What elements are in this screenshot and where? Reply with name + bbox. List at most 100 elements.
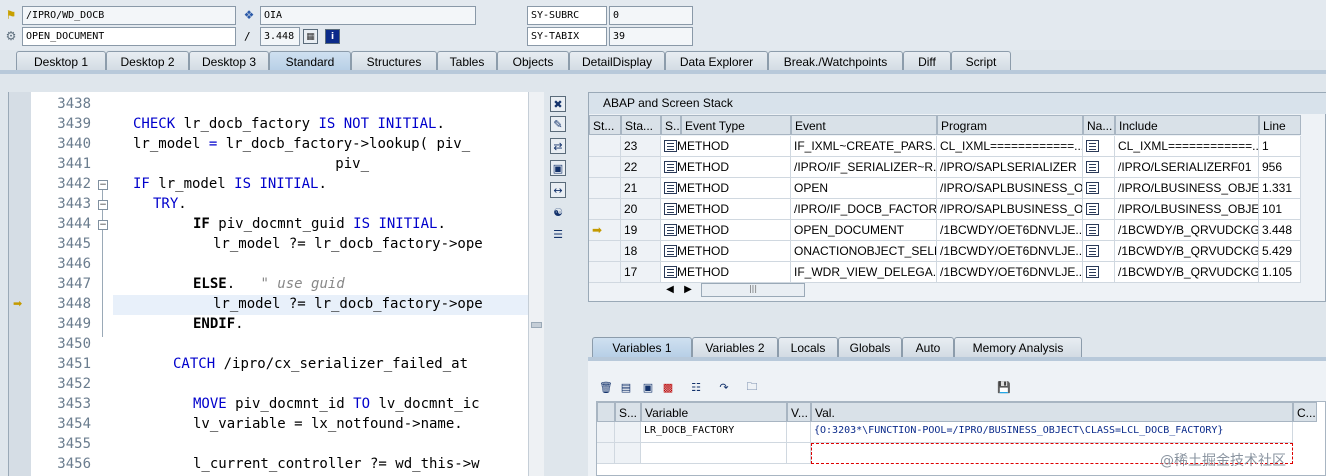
event-cell[interactable]: IF_WDR_VIEW_DELEGA... <box>791 262 937 283</box>
tab-desktop-2[interactable]: Desktop 2 <box>106 51 189 71</box>
stack-row[interactable]: 22 METHOD/IPRO/IF_SERIALIZER~R.../IPRO/SA… <box>589 157 1301 178</box>
tab-breakpoints[interactable]: Break./Watchpoints <box>768 51 903 71</box>
navigate-cell[interactable] <box>1083 220 1115 241</box>
navigate-cell[interactable] <box>1083 136 1115 157</box>
col-header-c[interactable]: C... <box>1293 402 1317 422</box>
include-cell[interactable]: CL_IXML============... <box>1115 136 1259 157</box>
folder-icon[interactable]: 🗀 <box>744 379 760 395</box>
col-header-s[interactable]: S... <box>661 115 681 135</box>
source-display-icon[interactable]: ▦ <box>303 29 318 44</box>
tab-memory-analysis[interactable]: Memory Analysis <box>954 337 1082 357</box>
tab-script[interactable]: Script <box>951 51 1011 71</box>
tab-objects[interactable]: Objects <box>497 51 569 71</box>
services-icon[interactable]: ☯ <box>550 204 566 220</box>
fold-toggle-try[interactable]: − <box>98 200 108 210</box>
col-header-status[interactable]: S... <box>615 402 641 422</box>
col-header-include[interactable]: Include <box>1115 115 1259 135</box>
stack-row[interactable]: 21 METHOD OPEN/IPRO/SAPLBUSINESS_O... /IPRO… <box>589 178 1301 199</box>
editor-vertical-scrollbar[interactable] <box>528 92 544 476</box>
new-tool-icon[interactable]: ✎ <box>550 116 566 132</box>
row-selector[interactable] <box>597 443 615 464</box>
col-header-stack[interactable]: St... <box>589 115 621 135</box>
program-cell[interactable]: /1BCWDY/OET6DNVLJE... <box>937 262 1083 283</box>
tab-structures[interactable]: Structures <box>351 51 437 71</box>
navigate-cell[interactable] <box>1083 241 1115 262</box>
scrollbar-thumb[interactable]: ||| <box>701 283 805 297</box>
include-cell[interactable]: /IPRO/LSERIALIZERF01 <box>1115 157 1259 178</box>
maximize-icon[interactable]: ▣ <box>550 160 566 176</box>
line-field[interactable]: 3.448 <box>260 27 300 46</box>
col-header-event[interactable]: Event <box>791 115 937 135</box>
navigate-source-icon[interactable] <box>1086 203 1099 215</box>
object-field[interactable]: OIA <box>260 6 476 25</box>
scroll-right-icon[interactable]: ▶ <box>681 281 695 297</box>
variable-value-cell[interactable]: {O:3203*\FUNCTION-POOL=/IPRO/BUSINESS_OB… <box>811 422 1293 443</box>
include-cell[interactable]: /1BCWDY/B_QRVUDCKG... <box>1115 262 1259 283</box>
breakpoint-gutter[interactable] <box>9 92 31 476</box>
save-variables-icon[interactable]: ▣ <box>640 379 656 395</box>
event-cell[interactable]: /IPRO/IF_SERIALIZER~R... <box>791 157 937 178</box>
stack-horizontal-scrollbar[interactable]: ◀ ▶ ||| <box>663 281 813 297</box>
tab-desktop-1[interactable]: Desktop 1 <box>16 51 106 71</box>
col-header-stack-level[interactable]: Sta... <box>621 115 661 135</box>
program-cell[interactable]: /IPRO/SAPLSERIALIZER <box>937 157 1083 178</box>
col-header-navigate[interactable]: Na... <box>1083 115 1115 135</box>
include-cell[interactable]: /1BCWDY/B_QRVUDCKG... <box>1115 220 1259 241</box>
event-cell[interactable]: ONACTIONOBJECT_SELE... <box>791 241 937 262</box>
tab-variables-1[interactable]: Variables 1 <box>592 337 692 357</box>
event-cell[interactable]: /IPRO/IF_DOCB_FACTOR... <box>791 199 937 220</box>
include-cell[interactable]: /IPRO/LBUSINESS_OBJE... <box>1115 178 1259 199</box>
stack-row[interactable]: 23 METHOD IF_IXML~CREATE_PARS... CL_IXML===… <box>589 136 1301 157</box>
event-cell[interactable]: OPEN <box>791 178 937 199</box>
remove-variables-icon[interactable]: ▩ <box>660 379 676 395</box>
load-variables-icon[interactable]: ▤ <box>618 379 634 395</box>
program-cell[interactable]: CL_IXML============... <box>937 136 1083 157</box>
program-cell[interactable]: /1BCWDY/OET6DNVLJE... <box>937 220 1083 241</box>
hierarchy-icon[interactable]: ☷ <box>688 379 704 395</box>
navigate-source-icon[interactable] <box>1086 140 1099 152</box>
navigate-source-icon[interactable] <box>1086 161 1099 173</box>
tab-data-explorer[interactable]: Data Explorer <box>665 51 768 71</box>
fold-toggle-if-inner[interactable]: − <box>98 220 108 230</box>
include-cell[interactable]: /IPRO/LBUSINESS_OBJE... <box>1115 199 1259 220</box>
scroll-left-icon[interactable]: ◀ <box>663 281 677 297</box>
close-icon[interactable]: ✖ <box>550 96 566 112</box>
tab-variables-2[interactable]: Variables 2 <box>692 337 778 357</box>
col-header-variable[interactable]: Variable <box>641 402 787 422</box>
col-header-line[interactable]: Line <box>1259 115 1301 135</box>
tab-locals[interactable]: Locals <box>778 337 838 357</box>
navigate-cell[interactable] <box>1083 178 1115 199</box>
program-field[interactable]: /IPRO/WD_DOCB <box>22 6 236 25</box>
col-header-program[interactable]: Program <box>937 115 1083 135</box>
save-icon[interactable]: 💾 <box>996 379 1012 395</box>
stack-row[interactable]: 18 METHOD ONACTIONOBJECT_SELE.../1BCWDY/OE… <box>589 241 1301 262</box>
settings-icon[interactable]: ☰ <box>550 226 566 242</box>
event-cell[interactable]: OPEN_DOCUMENT <box>791 220 937 241</box>
navigate-source-icon[interactable] <box>1086 182 1099 194</box>
scrollbar-thumb[interactable] <box>531 322 542 328</box>
tab-auto[interactable]: Auto <box>902 337 954 357</box>
program-cell[interactable]: /IPRO/SAPLBUSINESS_O... <box>937 199 1083 220</box>
swap-tool-icon[interactable]: ⇄ <box>550 138 566 154</box>
navigate-source-icon[interactable] <box>1086 266 1099 278</box>
variable-name-cell[interactable] <box>641 443 787 464</box>
tab-diff[interactable]: Diff <box>903 51 951 71</box>
fold-toggle-if[interactable]: − <box>98 180 108 190</box>
program-cell[interactable]: /1BCWDY/OET6DNVLJE... <box>937 241 1083 262</box>
event-cell[interactable]: IF_IXML~CREATE_PARS... <box>791 136 937 157</box>
navigate-source-icon[interactable] <box>1086 245 1099 257</box>
stack-row[interactable]: 20 METHOD/IPRO/IF_DOCB_FACTOR.../IPRO/SAP… <box>589 199 1301 220</box>
tab-detaildisplay[interactable]: DetailDisplay <box>569 51 665 71</box>
tab-tables[interactable]: Tables <box>437 51 497 71</box>
transfer-icon[interactable]: ↷ <box>716 379 732 395</box>
resize-icon[interactable]: ↔ <box>550 182 566 198</box>
delete-icon[interactable]: 🗑 <box>598 379 614 395</box>
row-selector[interactable] <box>597 422 615 443</box>
include-cell[interactable]: /1BCWDY/B_QRVUDCKG... <box>1115 241 1259 262</box>
info-icon[interactable]: i <box>325 29 340 44</box>
tab-standard[interactable]: Standard <box>269 51 351 71</box>
navigate-cell[interactable] <box>1083 199 1115 220</box>
stack-row[interactable]: 17 METHOD IF_WDR_VIEW_DELEGA.../1BCWDY/OET… <box>589 262 1301 283</box>
variable-name-cell[interactable]: LR_DOCB_FACTORY <box>641 422 787 443</box>
col-header-v[interactable]: V... <box>787 402 811 422</box>
